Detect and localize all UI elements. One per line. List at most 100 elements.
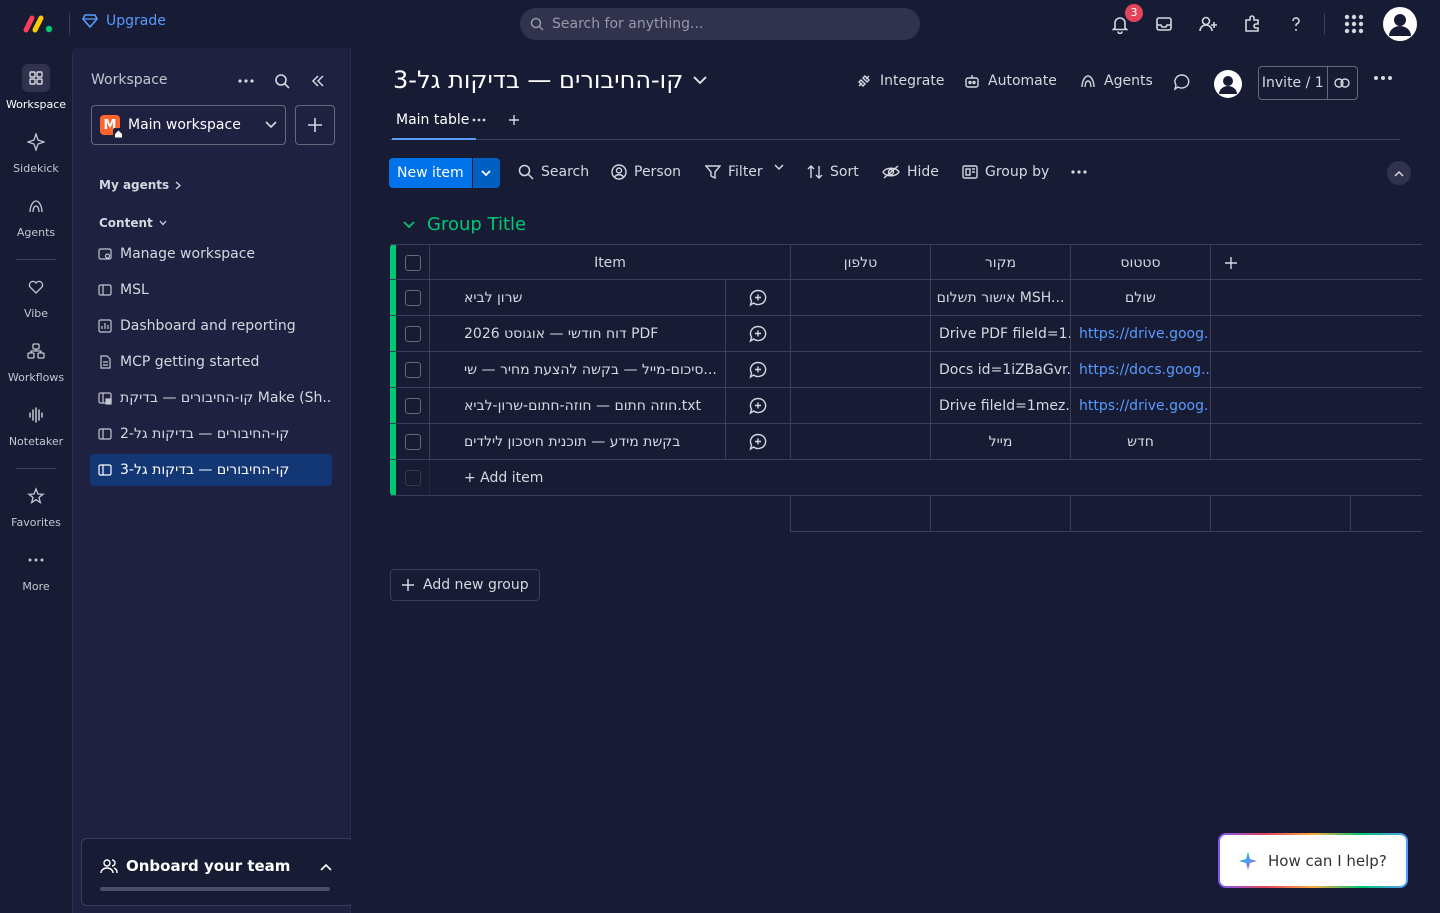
row-checkbox[interactable] [404,362,421,378]
new-item-label[interactable]: New item [389,158,472,188]
column-header-source[interactable]: מקור [931,245,1071,281]
item-name-cell[interactable]: בקשת מידע — תוכנית חיסכון לילדים [430,424,726,460]
chevron-down-icon[interactable] [403,220,415,229]
global-search-input[interactable]: Search for anything... [520,8,920,40]
add-update-cell[interactable] [726,424,791,460]
rail-more[interactable]: More [0,546,72,593]
column-header-item[interactable]: Item [430,245,791,281]
tab-more-icon[interactable] [472,110,486,126]
group-title[interactable]: Group Title [403,214,526,235]
phone-cell[interactable] [791,352,931,388]
table-row[interactable]: בקשת מידע — תוכנית חיסכון לילדים מייל חד… [390,424,1422,460]
new-item-button[interactable]: New item [389,158,500,188]
chevron-up-icon[interactable] [320,863,332,871]
rail-sidekick[interactable]: Sidekick [0,128,72,175]
apps-marketplace-icon[interactable] [1240,12,1264,36]
nav-item-dashboard[interactable]: Dashboard and reporting [90,310,332,342]
nav-item-msl[interactable]: MSL [90,274,332,306]
add-new-group-button[interactable]: Add new group [390,569,540,601]
workspace-selector[interactable]: M Main workspace [91,105,286,145]
onboard-widget[interactable]: Onboard your team [81,838,354,906]
status-link-cell[interactable]: https://drive.goog... [1071,388,1211,424]
phone-cell[interactable] [791,424,931,460]
source-cell[interactable]: Drive fileId=1mez... [931,388,1071,424]
row-checkbox[interactable] [404,434,421,450]
add-update-cell[interactable] [726,352,791,388]
apps-grid-icon[interactable] [1342,12,1366,36]
person-filter-button[interactable]: Person [611,164,681,180]
user-avatar[interactable] [1383,7,1417,41]
monday-logo[interactable] [22,12,56,34]
toolbar-more-icon[interactable] [1071,170,1087,174]
filter-dropdown[interactable] [774,164,784,171]
rail-workflows[interactable]: Workflows [0,337,72,384]
updates-chat-icon[interactable] [1173,73,1191,91]
tab-main-table[interactable]: Main table [396,112,469,128]
search-icon[interactable] [271,70,293,92]
row-checkbox[interactable] [404,398,421,414]
collapse-header-button[interactable] [1387,161,1411,185]
rail-notetaker[interactable]: Notetaker [0,401,72,448]
upgrade-button[interactable]: Upgrade [82,13,166,29]
rail-vibe[interactable]: Vibe [0,273,72,320]
my-agents-section[interactable]: My agents [99,178,182,192]
invite-button[interactable]: Invite / 1 [1258,66,1358,100]
status-link-cell[interactable]: https://docs.goog... [1071,352,1211,388]
status-cell[interactable]: שולם [1071,280,1211,316]
column-header-status[interactable]: סטטוס [1071,245,1211,281]
hide-button[interactable]: Hide [882,164,939,180]
status-cell[interactable]: חדש [1071,424,1211,460]
new-item-dropdown[interactable] [471,158,500,188]
table-row[interactable]: סיכום-מייל — בקשה להצעת מחיר — שי... Doc… [390,352,1422,388]
automate-button[interactable]: Automate [964,73,1057,89]
board-more-icon[interactable] [1373,75,1393,81]
row-checkbox[interactable] [404,326,421,342]
sort-button[interactable]: Sort [807,164,859,180]
column-header-phone[interactable]: טלפון [791,245,931,281]
source-cell[interactable]: Drive PDF fileId=1... [931,316,1071,352]
item-name-cell[interactable]: סיכום-מייל — בקשה להצעת מחיר — שי... [430,352,726,388]
source-cell[interactable]: אישור תשלום MSH... [931,280,1071,316]
filter-button[interactable]: Filter [705,164,763,180]
inbox-icon[interactable] [1152,12,1176,36]
help-icon[interactable] [1284,12,1308,36]
add-update-cell[interactable] [726,316,791,352]
add-column-button[interactable] [1211,245,1251,281]
item-name-cell[interactable]: חוזה חתום — חוזה-חתום-שרון-לביא.txt [430,388,726,424]
nav-item-wave-3[interactable]: קו-החיבורים — בדיקות גל-3 [90,454,332,486]
phone-cell[interactable] [791,316,931,352]
rail-agents[interactable]: Agents [0,192,72,239]
phone-cell[interactable] [791,388,931,424]
board-owner-avatar[interactable] [1214,70,1242,98]
source-cell[interactable]: מייל [931,424,1071,460]
collapse-panel-icon[interactable] [307,70,329,92]
add-item-input[interactable]: + Add item [430,460,1422,496]
add-update-cell[interactable] [726,388,791,424]
integrate-button[interactable]: Integrate [856,73,944,89]
more-options-icon[interactable] [235,70,257,92]
status-link-cell[interactable]: https://drive.goog... [1071,316,1211,352]
item-name-cell[interactable]: שרון לביא [430,280,726,316]
select-all-checkbox[interactable] [404,255,421,271]
rail-favorites[interactable]: Favorites [0,482,72,529]
add-update-cell[interactable] [726,280,791,316]
invite-members-icon[interactable] [1196,12,1220,36]
nav-item-mcp-getting-started[interactable]: MCP getting started [90,346,332,378]
table-row[interactable]: חוזה חתום — חוזה-חתום-שרון-לביא.txt Driv… [390,388,1422,424]
table-row[interactable]: שרון לביא אישור תשלום MSH... שולם [390,280,1422,316]
rail-workspace[interactable]: Workspace [0,64,72,111]
nav-item-manage-workspace[interactable]: Manage workspace [90,238,332,270]
item-name-cell[interactable]: דוח חודשי — אוגוסט 2026 PDF [430,316,726,352]
add-button[interactable] [295,105,335,145]
add-item-row[interactable]: + Add item [390,460,1422,496]
board-title[interactable]: קו-החיבורים — בדיקות גל-3 [393,66,707,94]
nav-item-wave-2[interactable]: קו-החיבורים — בדיקות גל-2 [90,418,332,450]
row-checkbox[interactable] [404,290,421,306]
agents-button[interactable]: Agents [1080,73,1153,89]
ai-help-button[interactable]: How can I help? [1218,833,1408,888]
copy-link-icon[interactable] [1328,67,1357,99]
table-row[interactable]: דוח חודשי — אוגוסט 2026 PDF Drive PDF fi… [390,316,1422,352]
search-button[interactable]: Search [518,164,589,180]
nav-item-make-test[interactable]: קו-החיבורים — בדיקת Make (Sh... [90,382,332,414]
group-by-button[interactable]: Group by [962,164,1049,180]
